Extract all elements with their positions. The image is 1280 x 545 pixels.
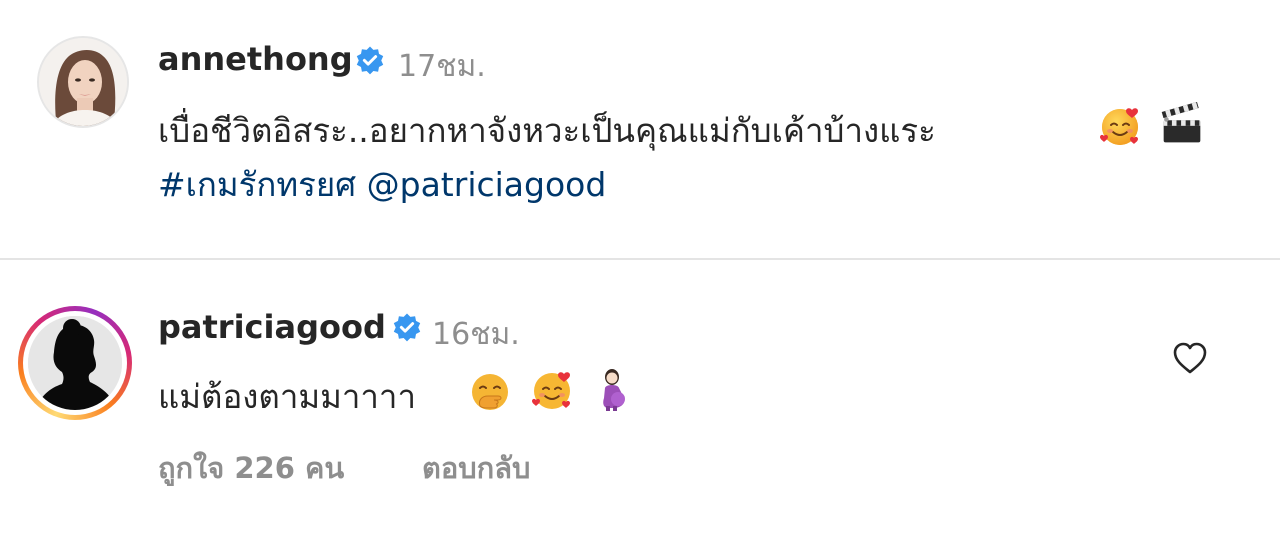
portrait-icon — [39, 38, 127, 126]
comment-time: 16ชม. — [432, 317, 520, 352]
avatar-patriciagood[interactable] — [28, 316, 122, 410]
avatar-annethong[interactable] — [37, 36, 129, 128]
divider — [0, 258, 1280, 260]
post-time: 17ชม. — [398, 49, 486, 84]
post-username[interactable]: annethong — [158, 40, 353, 78]
comment-item: patriciagood 16ชม. แม่ต้องตามมาาาา ถูกใจ… — [0, 262, 1280, 545]
hand-over-mouth-icon — [472, 374, 508, 410]
silhouette-icon — [28, 316, 122, 410]
verified-badge-icon — [356, 46, 384, 75]
comment-text: แม่ต้องตามมาาาา — [158, 377, 416, 416]
post-caption: เบื่อชีวิตอิสระ..อยากหาจังหวะเป็นคุณแม่ก… — [158, 111, 936, 150]
smiling-face-with-hearts-icon — [532, 372, 570, 409]
likes-count[interactable]: ถูกใจ 226 คน — [158, 445, 344, 491]
pregnant-woman-icon — [603, 369, 625, 411]
like-heart-icon[interactable] — [1172, 341, 1208, 375]
mention-link[interactable]: @patriciagood — [367, 165, 607, 204]
verified-badge-icon — [393, 313, 421, 342]
smiling-face-with-hearts-icon — [1100, 108, 1138, 145]
post-header: annethong 17ชม. เบื่อชีวิตอิสระ..อยากหาจ… — [0, 0, 1280, 258]
clapper-board-icon — [1161, 102, 1201, 143]
post-tags-line: #เกมรักทรยศ @patriciagood — [158, 158, 606, 211]
comment-username[interactable]: patriciagood — [158, 308, 386, 346]
reply-button[interactable]: ตอบกลับ — [422, 445, 530, 491]
hashtag-link[interactable]: #เกมรักทรยศ — [158, 165, 356, 204]
